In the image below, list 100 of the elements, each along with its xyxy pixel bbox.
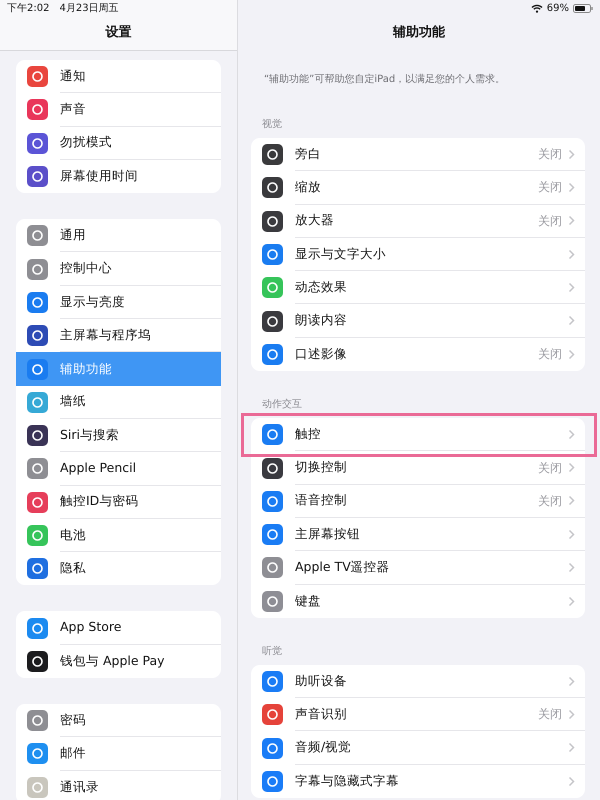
item-label: 主屏幕按钮 <box>295 524 360 543</box>
item-label: 钱包与 Apple Pay <box>60 652 165 670</box>
item-label: Apple TV遥控器 <box>295 558 390 576</box>
settings-item[interactable]: 音频/视觉 <box>251 731 585 765</box>
item-value: 关闭 <box>538 179 562 196</box>
item-label: 切换控制 <box>295 458 347 476</box>
item-label: 口述影像 <box>295 345 347 364</box>
section-header: 动作交互 <box>262 399 302 410</box>
chevron-icon <box>568 248 575 260</box>
description-text: “辅助功能”可帮助您自定iPad，以满足您的个人需求。 <box>264 74 506 85</box>
chevron-icon <box>568 708 575 720</box>
item-label: 屏幕使用时间 <box>60 167 138 186</box>
item-label: 键盘 <box>295 592 321 610</box>
settings-item[interactable]: 动态效果 <box>251 271 585 304</box>
sidebar-item[interactable]: 通知 <box>16 60 221 94</box>
sidebar-item[interactable]: 通用 <box>16 219 221 252</box>
item-label: 勿扰模式 <box>60 133 112 152</box>
sidebar-item[interactable]: 墙纸 <box>16 386 221 419</box>
sidebar-item[interactable]: 勿扰模式 <box>16 126 221 160</box>
settings-item[interactable]: Apple TV遥控器 <box>251 551 585 585</box>
item-label: 通用 <box>60 226 86 244</box>
item-label: 朗读内容 <box>295 311 347 330</box>
item-label: 辅助功能 <box>60 360 112 378</box>
item-value: 关闭 <box>538 706 562 724</box>
chevron-icon <box>568 528 575 540</box>
item-label: 音频/视觉 <box>295 738 352 756</box>
item-value: 关闭 <box>538 212 562 230</box>
item-label: 密码 <box>60 710 86 729</box>
chevron-icon <box>568 215 575 226</box>
item-value: 关闭 <box>538 346 562 364</box>
settings-item[interactable]: 放大器 关闭 <box>251 204 585 238</box>
battery-percent: 69% <box>546 2 569 16</box>
chevron-icon <box>568 596 575 607</box>
status-time: 下午2:02 <box>7 2 50 16</box>
chevron-icon <box>568 676 575 686</box>
sidebar-item[interactable]: App Store <box>16 611 221 645</box>
sidebar-item[interactable]: 声音 <box>16 93 221 127</box>
item-label: 动态效果 <box>295 278 347 296</box>
sidebar-item[interactable]: 屏幕使用时间 <box>16 160 221 194</box>
item-label: 缩放 <box>295 178 321 196</box>
item-label: 显示与文字大小 <box>295 244 386 263</box>
settings-item[interactable]: 键盘 <box>251 584 585 618</box>
settings-item[interactable]: 口述影像 关闭 <box>251 338 585 372</box>
settings-item[interactable]: 触控 <box>251 418 585 452</box>
settings-item[interactable]: 缩放 关闭 <box>251 171 585 205</box>
item-value: 关闭 <box>538 146 562 164</box>
item-label: 主屏幕与程序坞 <box>60 326 151 344</box>
wifi-icon <box>530 4 543 13</box>
sidebar-item[interactable]: Apple Pencil <box>16 452 221 486</box>
chevron-icon <box>568 742 575 754</box>
sidebar-item[interactable]: 钱包与 Apple Pay <box>16 644 221 678</box>
item-label: 声音 <box>60 100 86 118</box>
item-label: 邮件 <box>60 744 86 762</box>
sidebar-item[interactable]: 邮件 <box>16 737 221 771</box>
item-label: 显示与亮度 <box>60 292 125 311</box>
item-label: 通讯录 <box>60 778 99 796</box>
item-label: 电池 <box>60 526 86 544</box>
settings-item[interactable]: 声音识别 关闭 <box>251 698 585 732</box>
sidebar-item[interactable]: 显示与亮度 <box>16 286 221 320</box>
sidebar-item[interactable]: 隐私 <box>16 552 221 586</box>
chevron-icon <box>568 462 575 474</box>
chevron-icon <box>568 776 575 787</box>
settings-item[interactable]: 语音控制 关闭 <box>251 484 585 518</box>
sidebar-title: 设置 <box>104 24 132 42</box>
item-label: 语音控制 <box>295 491 347 510</box>
settings-item[interactable]: 助听设备 <box>251 664 585 698</box>
sidebar-item[interactable]: 触控ID与密码 <box>16 486 221 519</box>
item-label: App Store <box>60 618 122 636</box>
item-label: 助听设备 <box>295 672 347 690</box>
item-label: 触控 <box>295 424 321 443</box>
settings-item[interactable]: 朗读内容 <box>251 304 585 338</box>
settings-item[interactable]: 旁白 关闭 <box>251 138 585 172</box>
settings-item[interactable]: 字幕与隐藏式字幕 <box>251 764 585 798</box>
item-label: 旁白 <box>295 144 321 163</box>
sidebar-item[interactable]: 电池 <box>16 518 221 552</box>
item-label: Apple Pencil <box>60 459 136 478</box>
page-title: 辅助功能 <box>392 24 446 42</box>
section-header: 视觉 <box>262 119 282 130</box>
settings-item[interactable]: 主屏幕按钮 <box>251 518 585 552</box>
chevron-icon <box>568 428 575 440</box>
item-value: 关闭 <box>538 492 562 510</box>
sidebar-item[interactable]: 控制中心 <box>16 252 221 286</box>
battery-icon <box>573 4 593 13</box>
chevron-icon <box>568 495 575 506</box>
sidebar-item[interactable]: 密码 <box>16 704 221 738</box>
item-label: 字幕与隐藏式字幕 <box>295 772 399 790</box>
sidebar-item[interactable]: Siri与搜索 <box>16 418 221 452</box>
chevron-icon <box>568 182 575 193</box>
item-label: 隐私 <box>60 559 86 578</box>
chevron-icon <box>568 148 575 160</box>
settings-item[interactable]: 显示与文字大小 <box>251 238 585 272</box>
item-label: 声音识别 <box>295 704 347 723</box>
chevron-icon <box>568 348 575 360</box>
item-label: 墙纸 <box>60 392 86 410</box>
item-label: 控制中心 <box>60 259 112 278</box>
chevron-icon <box>568 315 575 326</box>
settings-item[interactable]: 切换控制 关闭 <box>251 451 585 485</box>
status-date: 4月23日周五 <box>59 2 119 16</box>
chevron-icon <box>568 282 575 293</box>
sidebar-item[interactable]: 通讯录 <box>16 770 221 800</box>
